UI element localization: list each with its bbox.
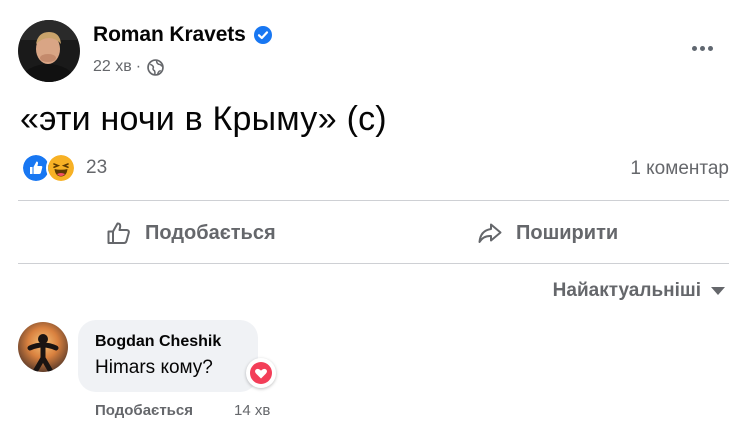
globe-icon (147, 58, 164, 76)
dot-icon (691, 45, 697, 51)
post-time[interactable]: 22 хв (93, 58, 132, 76)
post-card: Roman Kravets 22 хв · «эти ночи в Крыму»… (0, 0, 755, 433)
share-button[interactable]: Поширити (476, 210, 618, 256)
comment-text: Himars кому? (95, 357, 213, 378)
meta-separator: · (135, 58, 142, 75)
reaction-count: 23 (86, 157, 108, 178)
dot-icon (699, 45, 705, 51)
post-text: «эти ночи в Крыму» (c) (20, 100, 387, 138)
post-meta: 22 хв · (93, 57, 164, 77)
thumbs-up-icon (107, 222, 130, 244)
haha-icon (46, 153, 76, 183)
dot-icon (707, 45, 713, 51)
love-icon (250, 362, 272, 384)
divider (18, 200, 729, 201)
verified-badge-icon (254, 26, 272, 44)
divider (18, 263, 729, 264)
comment-time[interactable]: 14 хв (234, 402, 270, 419)
like-button-label: Подобається (145, 221, 276, 244)
comment-count-link[interactable]: 1 коментар (630, 158, 729, 180)
share-button-label: Поширити (516, 221, 619, 244)
author-name[interactable]: Roman Kravets (93, 23, 246, 47)
commenter-avatar[interactable] (18, 322, 68, 372)
comment-sort-dropdown[interactable]: Найактуальніші (553, 280, 725, 302)
like-button[interactable]: Подобається (105, 210, 276, 256)
more-options-button[interactable] (686, 36, 718, 60)
comment-like-button[interactable]: Подобається (95, 402, 193, 419)
comment-reaction[interactable] (246, 358, 276, 388)
commenter-name[interactable]: Bogdan Cheshik (95, 333, 221, 351)
reactions-summary[interactable]: 23 (21, 153, 107, 183)
sort-label: Найактуальніші (552, 280, 701, 301)
comment-bubble (78, 320, 258, 392)
share-arrow-icon (478, 223, 502, 243)
author-avatar[interactable] (18, 20, 80, 82)
caret-down-icon (711, 287, 725, 295)
